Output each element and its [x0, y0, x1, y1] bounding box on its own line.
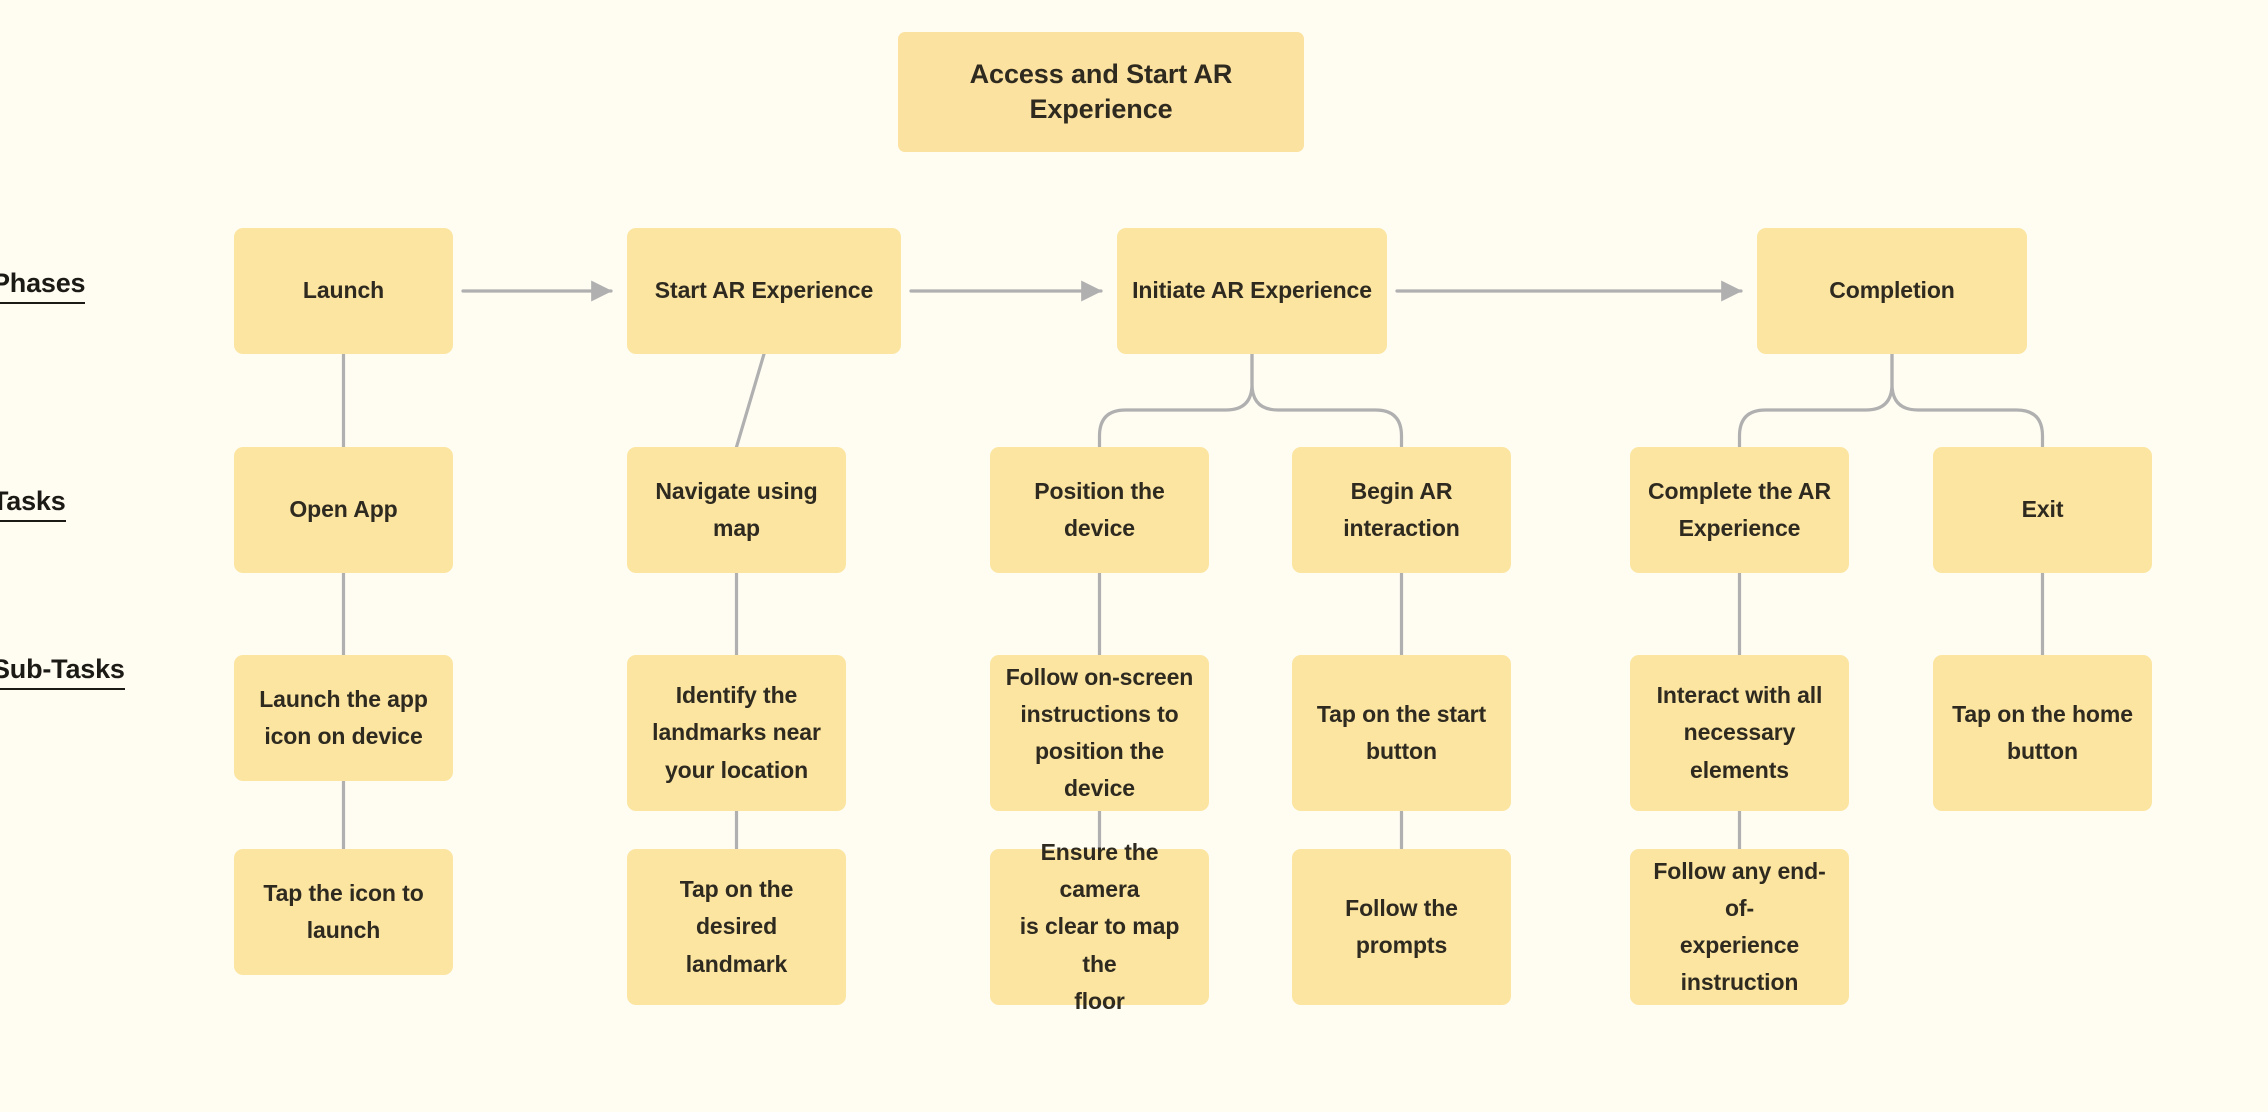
- subtask-node-label: Follow the prompts: [1345, 894, 1458, 958]
- subtask-node-tap-the-icon-to-launch[interactable]: Tap the icon to launch: [234, 849, 453, 975]
- connector-line: [734, 352, 766, 449]
- subtask-node-interact-with-all-necessary-elements[interactable]: Interact with all necessary elements: [1630, 655, 1849, 811]
- subtask-node-tap-on-the-home-button[interactable]: Tap on the home button: [1933, 655, 2152, 811]
- task-node-complete-the-ar-experience[interactable]: Complete the AR Experience: [1630, 447, 1849, 573]
- subtask-node-tap-on-the-desired-landmark[interactable]: Tap on the desired landmark: [627, 849, 846, 1005]
- task-node-label: Position the device: [1034, 477, 1165, 541]
- task-node-label: Complete the AR Experience: [1648, 477, 1831, 541]
- row-label-phases: Phases: [0, 268, 86, 304]
- subtask-node-tap-on-the-start-button[interactable]: Tap on the start button: [1292, 655, 1511, 811]
- subtask-node-launch-the-app-icon-on-device[interactable]: Launch the app icon on device: [234, 655, 453, 781]
- task-node-label: Exit: [2021, 496, 2064, 523]
- subtask-node-label: Tap the icon to launch: [263, 879, 424, 943]
- task-node-open-app[interactable]: Open App: [234, 447, 453, 573]
- task-node-exit[interactable]: Exit: [1933, 447, 2152, 573]
- task-node-begin-ar-interaction[interactable]: Begin AR interaction: [1292, 447, 1511, 573]
- phase-node-label: Start AR Experience: [654, 277, 874, 304]
- phase-node-label: Launch: [302, 277, 385, 304]
- subtask-node-label: Interact with all necessary elements: [1656, 682, 1823, 783]
- diagram-title-card[interactable]: Access and Start AR Experience: [898, 32, 1304, 152]
- task-node-position-the-device[interactable]: Position the device: [990, 447, 1209, 573]
- subtask-node-follow-on-screen-instructions-to-position-the-device[interactable]: Follow on-screen instructions to positio…: [990, 655, 1209, 811]
- row-label-sub-tasks: Sub-Tasks: [0, 654, 125, 690]
- phase-node-launch[interactable]: Launch: [234, 228, 453, 354]
- task-node-label: Open App: [289, 496, 398, 523]
- subtask-node-follow-the-prompts[interactable]: Follow the prompts: [1292, 849, 1511, 1005]
- connector-line: [1737, 352, 1894, 449]
- task-node-navigate-using-map[interactable]: Navigate using map: [627, 447, 846, 573]
- subtask-node-label: Tap on the start button: [1316, 700, 1487, 764]
- subtask-node-label: Follow on-screen instructions to positio…: [1005, 663, 1194, 802]
- phase-node-label: Initiate AR Experience: [1132, 277, 1372, 304]
- phase-node-label: Completion: [1829, 277, 1955, 304]
- task-node-label: Navigate using map: [655, 477, 818, 541]
- task-node-label: Begin AR interaction: [1343, 477, 1460, 541]
- phase-node-completion[interactable]: Completion: [1757, 228, 2027, 354]
- connector-line: [1097, 352, 1254, 449]
- subtask-node-follow-any-end-of-experience-instruction[interactable]: Follow any end-of- experience instructio…: [1630, 849, 1849, 1005]
- connector-line: [1890, 352, 2045, 449]
- subtask-node-label: Identify the landmarks near your locatio…: [652, 682, 821, 783]
- subtask-node-label: Tap on the desired landmark: [679, 876, 794, 977]
- phase-node-initiate-ar-experience[interactable]: Initiate AR Experience: [1117, 228, 1387, 354]
- phase-node-start-ar-experience[interactable]: Start AR Experience: [627, 228, 901, 354]
- row-label-tasks: Tasks: [0, 486, 66, 522]
- diagram-canvas: Phases Tasks Sub-Tasks Access and Start …: [0, 0, 2268, 1112]
- subtask-node-label: Follow any end-of- experience instructio…: [1653, 857, 1826, 996]
- page-title: Access and Start AR Experience: [969, 58, 1233, 124]
- subtask-node-label: Launch the app icon on device: [259, 685, 428, 749]
- subtask-node-label: Ensure the camera is clear to map the fl…: [1019, 838, 1180, 1014]
- connector-line: [1250, 352, 1404, 449]
- subtask-node-identify-the-landmarks-near-your-location[interactable]: Identify the landmarks near your locatio…: [627, 655, 846, 811]
- subtask-node-label: Tap on the home button: [1952, 700, 2133, 764]
- subtask-node-ensure-the-camera-is-clear-to-map-the-floor[interactable]: Ensure the camera is clear to map the fl…: [990, 839, 1209, 1014]
